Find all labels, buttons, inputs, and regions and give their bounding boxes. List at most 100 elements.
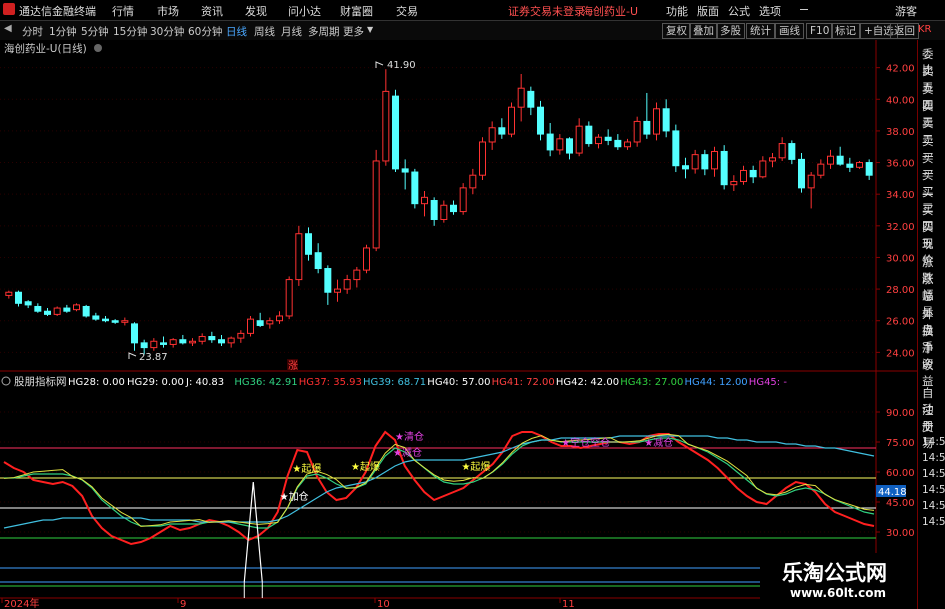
- tool-duogu[interactable]: 多股: [716, 23, 745, 39]
- candle-body[interactable]: [34, 305, 42, 312]
- candle-body[interactable]: [720, 150, 728, 186]
- candle-body[interactable]: [459, 187, 467, 213]
- tool-biaoji[interactable]: 标记: [831, 23, 860, 39]
- candle-body[interactable]: [63, 307, 71, 312]
- candle-body[interactable]: [208, 336, 216, 341]
- chevron-down-icon[interactable]: ▼: [367, 25, 373, 34]
- period-1min[interactable]: 1分钟: [49, 24, 77, 39]
- candle-body[interactable]: [372, 160, 380, 249]
- candle-body[interactable]: [604, 136, 612, 141]
- candle-body[interactable]: [140, 342, 148, 349]
- menu-item-jiaoyi[interactable]: 交易: [396, 3, 418, 19]
- candle-body[interactable]: [856, 162, 863, 168]
- candle-body[interactable]: [662, 108, 670, 132]
- candle-body[interactable]: [508, 106, 515, 135]
- period-daily[interactable]: 日线: [226, 24, 247, 39]
- back-arrow-icon[interactable]: ◀: [4, 23, 12, 34]
- period-60min[interactable]: 60分钟: [188, 24, 222, 39]
- tool-fuquan[interactable]: 复权: [662, 23, 691, 39]
- candle-body[interactable]: [198, 336, 206, 342]
- menu-item-hangqing[interactable]: 行情: [112, 3, 134, 19]
- candle-body[interactable]: [807, 174, 815, 189]
- candle-body[interactable]: [295, 233, 303, 281]
- menu-item-gongshi[interactable]: 公式: [728, 3, 750, 19]
- candle-body[interactable]: [44, 310, 51, 315]
- candle-body[interactable]: [324, 268, 332, 293]
- candle-body[interactable]: [788, 143, 796, 160]
- candle-body[interactable]: [5, 291, 13, 296]
- candle-body[interactable]: [343, 279, 351, 290]
- candle-body[interactable]: [595, 136, 602, 145]
- candle-body[interactable]: [334, 288, 341, 293]
- candle-body[interactable]: [363, 247, 370, 271]
- candle-body[interactable]: [411, 171, 419, 205]
- tool-diejia[interactable]: 叠加: [689, 23, 718, 39]
- candle-body[interactable]: [102, 318, 109, 322]
- menu-item-shichang[interactable]: 市场: [157, 3, 179, 19]
- candle-body[interactable]: [92, 315, 100, 320]
- candle-body[interactable]: [150, 340, 158, 349]
- candle-body[interactable]: [759, 160, 767, 178]
- candle-body[interactable]: [566, 138, 573, 154]
- candle-body[interactable]: [730, 181, 738, 186]
- candle-body[interactable]: [227, 337, 235, 344]
- period-5min[interactable]: 5分钟: [81, 24, 109, 39]
- candle-body[interactable]: [517, 87, 525, 108]
- candle-body[interactable]: [218, 339, 225, 344]
- candle-body[interactable]: [247, 318, 254, 334]
- candle-body[interactable]: [256, 320, 264, 326]
- menu-item-caifuquan[interactable]: 财富圈: [340, 3, 373, 19]
- candle-body[interactable]: [624, 141, 631, 148]
- menu-item-zixun[interactable]: 资讯: [201, 3, 223, 19]
- candle-body[interactable]: [353, 269, 361, 281]
- candle-body[interactable]: [121, 320, 129, 323]
- menu-item-wenxiaoda[interactable]: 问小达: [288, 3, 321, 19]
- candle-body[interactable]: [865, 162, 873, 176]
- chart-area[interactable]: 42.00 40.00 38.00 36.00 34.00 32.00 30.00 28.00…: [0, 40, 917, 609]
- candle-body[interactable]: [131, 323, 138, 344]
- tool-back[interactable]: 返回: [890, 23, 919, 39]
- period-monthly[interactable]: 月线: [281, 24, 302, 39]
- candle-body[interactable]: [836, 155, 844, 165]
- candle-body[interactable]: [237, 332, 245, 339]
- candle-body[interactable]: [179, 339, 187, 344]
- period-more[interactable]: 更多: [343, 24, 364, 39]
- candle-body[interactable]: [421, 196, 428, 205]
- candle-body[interactable]: [382, 90, 390, 162]
- candle-body[interactable]: [740, 169, 747, 183]
- menu-item-faxian[interactable]: 发现: [245, 3, 267, 19]
- candle-body[interactable]: [778, 143, 786, 159]
- period-weekly[interactable]: 周线: [254, 24, 275, 39]
- guest-link[interactable]: 游客: [895, 3, 917, 19]
- candle-body[interactable]: [440, 204, 448, 220]
- candle-body[interactable]: [614, 139, 622, 148]
- candle-body[interactable]: [479, 141, 486, 176]
- tool-huaxian[interactable]: 画线: [775, 23, 804, 39]
- candle-body[interactable]: [827, 155, 834, 165]
- candle-body[interactable]: [643, 120, 651, 135]
- settings-dot-icon[interactable]: [94, 44, 102, 52]
- candle-body[interactable]: [276, 315, 283, 322]
- period-fenshi[interactable]: 分时: [22, 24, 43, 39]
- candle-body[interactable]: [15, 291, 22, 304]
- candle-body[interactable]: [160, 342, 167, 345]
- candle-body[interactable]: [305, 233, 312, 255]
- candle-body[interactable]: [401, 168, 409, 173]
- candle-body[interactable]: [53, 307, 61, 315]
- period-multi[interactable]: 多周期: [308, 24, 340, 39]
- candle-body[interactable]: [701, 154, 709, 170]
- candle-body[interactable]: [575, 125, 583, 154]
- candle-body[interactable]: [450, 204, 457, 213]
- candle-body[interactable]: [546, 133, 554, 151]
- candle-body[interactable]: [266, 320, 274, 325]
- period-15min[interactable]: 15分钟: [113, 24, 147, 39]
- menu-item-xuanxiang[interactable]: 选项: [759, 3, 781, 19]
- candle-body[interactable]: [798, 158, 805, 189]
- candle-body[interactable]: [314, 252, 322, 270]
- menu-item-banmian[interactable]: 版面: [697, 3, 719, 19]
- candle-body[interactable]: [817, 163, 825, 176]
- candle-body[interactable]: [430, 200, 438, 220]
- candle-body[interactable]: [24, 301, 32, 306]
- candle-body[interactable]: [469, 174, 477, 189]
- candle-body[interactable]: [585, 125, 593, 145]
